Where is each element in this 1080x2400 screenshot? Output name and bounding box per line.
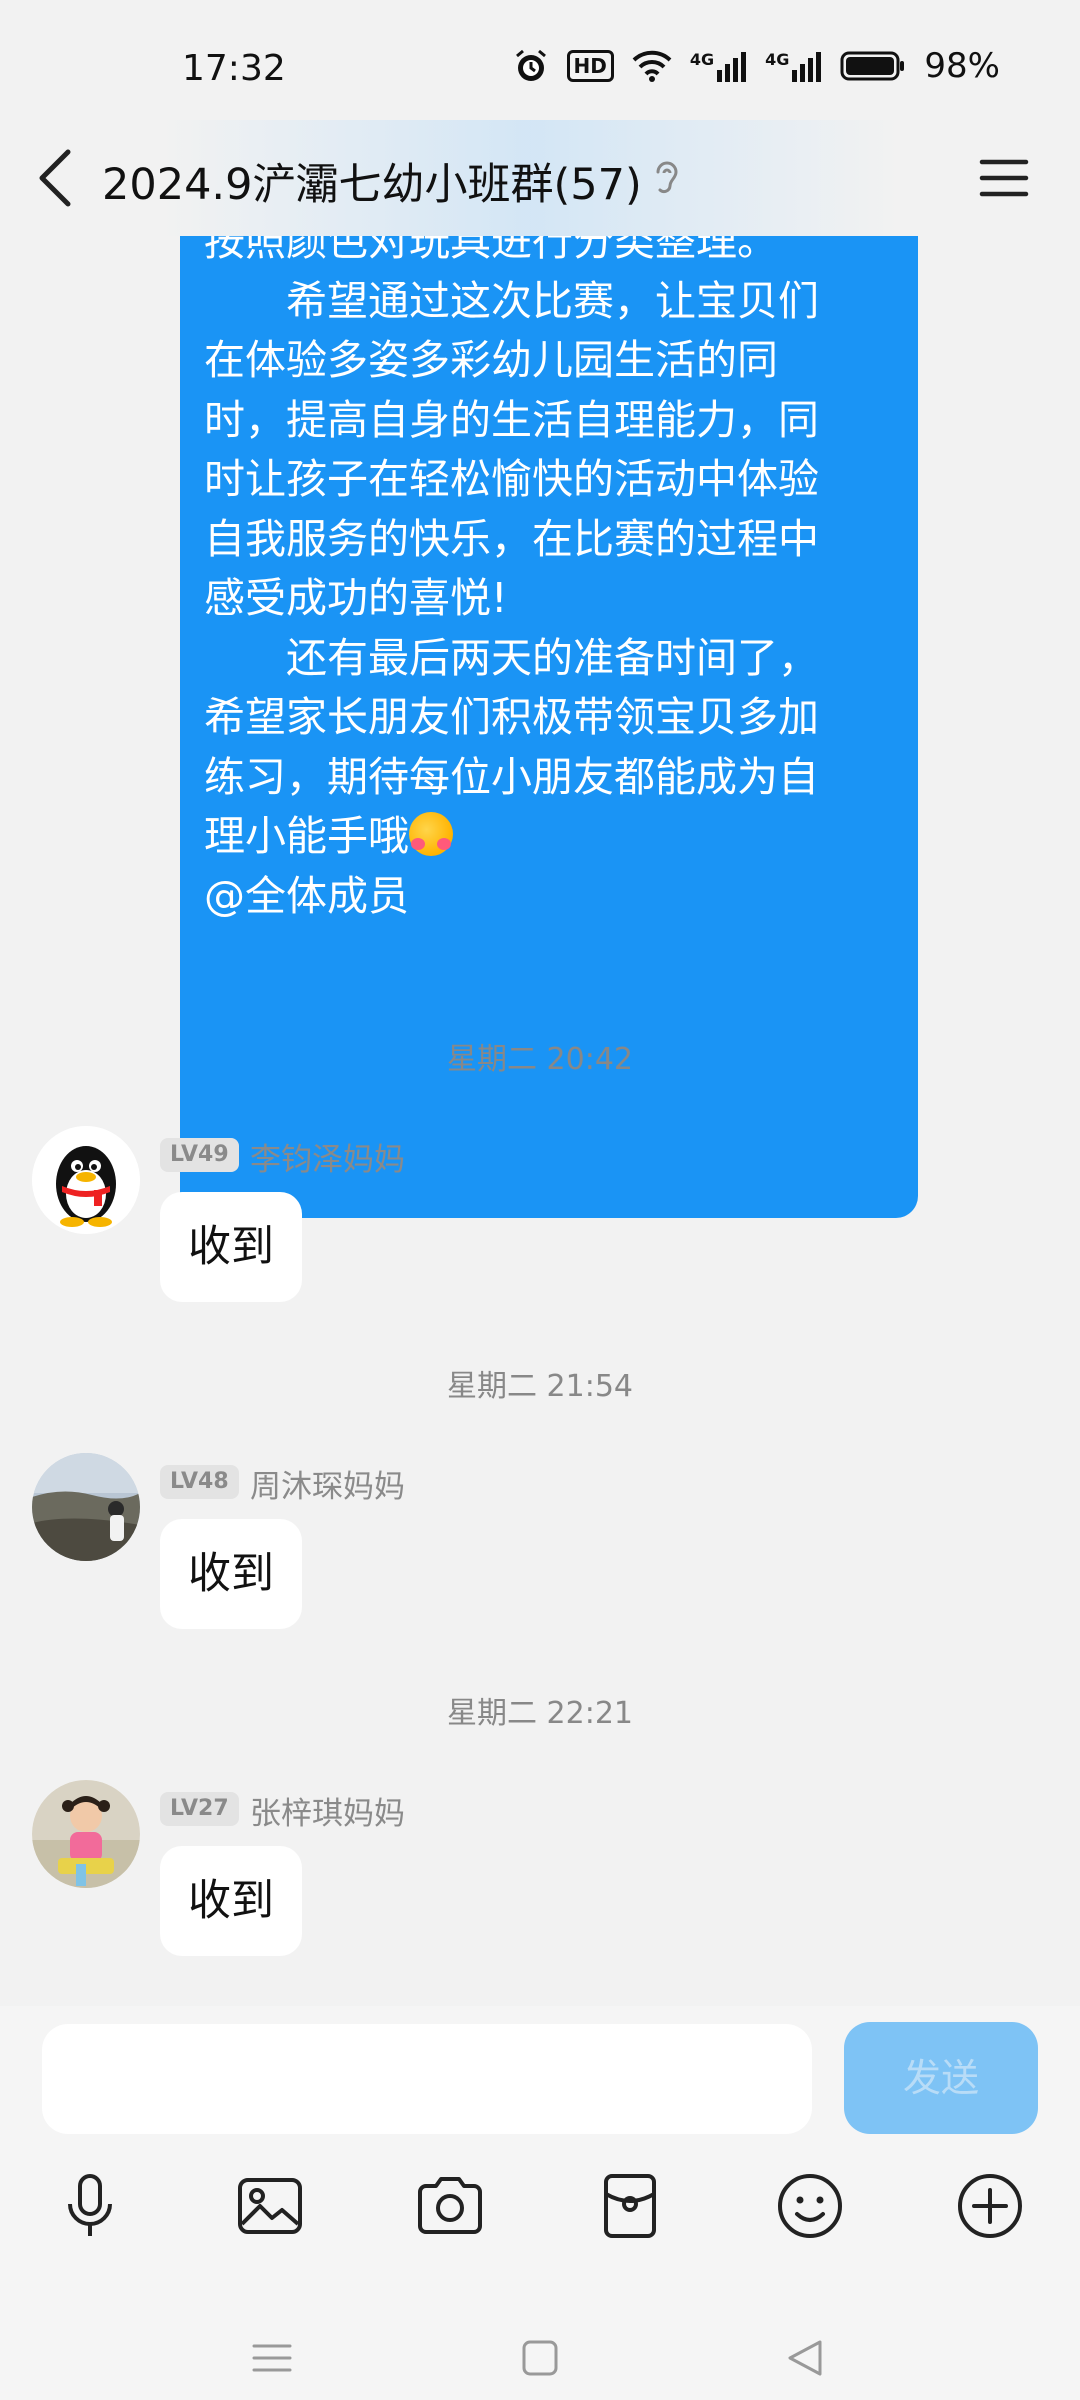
avatar[interactable] <box>32 1453 140 1561</box>
landscape-photo-avatar-icon <box>32 1453 140 1561</box>
nav-back-button[interactable] <box>776 2328 836 2388</box>
hd-icon: HD <box>566 50 614 82</box>
announcement-line: 希望家长朋友们积极带领宝贝多加 <box>204 693 819 741</box>
camera-icon <box>418 2177 482 2234</box>
recents-icon <box>252 2344 292 2372</box>
chevron-left-icon <box>39 149 71 207</box>
message-bubble[interactable]: 收到 <box>160 1192 302 1302</box>
message-timestamp: 星期二 20:42 <box>447 1042 633 1077</box>
alarm-icon <box>513 48 549 84</box>
hamburger-menu-icon <box>979 159 1029 197</box>
image-button[interactable] <box>230 2166 310 2246</box>
message-timestamp: 星期二 22:21 <box>447 1696 633 1731</box>
avatar[interactable] <box>32 1780 140 1888</box>
announcement-line: 在体验多姿多彩幼儿园生活的同 <box>204 336 778 384</box>
message-timestamp: 星期二 21:54 <box>447 1369 633 1404</box>
announcement-line: 自我服务的快乐，在比赛的过程中 <box>204 514 819 563</box>
sender-name[interactable]: 李钧泽妈妈 <box>250 1134 405 1179</box>
message-bubble[interactable]: 收到 <box>160 1846 302 1956</box>
back-triangle-icon <box>788 2340 822 2376</box>
announcement-line-with-emoji: 理小能手哦 <box>204 807 819 867</box>
message-input[interactable] <box>42 2024 812 2134</box>
announcement-text: 按照颜色对玩具进行分类整理。 希望通过这次比赛，让宝贝们 在体验多姿多彩幼儿园生… <box>204 236 819 926</box>
signal-1-icon: 4G <box>690 50 747 82</box>
announcement-line: 练习，期待每位小朋友都能成为自 <box>204 752 819 801</box>
announcement-line: 按照颜色对玩具进行分类整理。 <box>204 236 778 265</box>
message-bubble[interactable]: 收到 <box>160 1519 302 1629</box>
emoji-button[interactable] <box>770 2166 850 2246</box>
input-panel: 发送 <box>0 2006 1080 2400</box>
emoji-icon <box>778 2174 842 2238</box>
home-icon <box>522 2340 558 2376</box>
message-item: LV49 李钧泽妈妈 收到 <box>32 1126 1032 1366</box>
hugging-face-emoji-icon <box>409 812 453 856</box>
menu-button[interactable] <box>976 150 1032 206</box>
system-nav-bar <box>0 2306 1080 2400</box>
level-badge: LV49 <box>160 1138 239 1172</box>
status-icons: HD 4G 4G 98% <box>513 46 1000 86</box>
camera-button[interactable] <box>410 2166 490 2246</box>
chat-title[interactable]: 2024.9浐灞七幼小班群(57) <box>102 150 642 212</box>
announcement-line: 理小能手哦 <box>204 812 409 860</box>
nav-recents-button[interactable] <box>242 2328 302 2388</box>
level-badge: LV48 <box>160 1465 239 1499</box>
red-packet-button[interactable] <box>590 2166 670 2246</box>
red-packet-icon <box>604 2174 656 2238</box>
network-type-label: 4G <box>765 50 790 69</box>
announcement-line: 还有最后两天的准备时间了， <box>204 633 819 682</box>
battery-icon <box>840 50 906 82</box>
network-type-label: 4G <box>689 50 715 69</box>
status-time: 17:32 <box>182 48 286 89</box>
message-item: LV27 张梓琪妈妈 收到 <box>32 1780 1032 2006</box>
message-item: LV48 周沐琛妈妈 收到 <box>32 1453 1032 1693</box>
level-badge: LV27 <box>160 1792 239 1826</box>
message-list[interactable]: 按照颜色对玩具进行分类整理。 希望通过这次比赛，让宝贝们 在体验多姿多彩幼儿园生… <box>0 236 1080 2006</box>
announcement-line: 时，提高自身的生活自理能力，同 <box>204 395 819 444</box>
avatar[interactable] <box>32 1126 140 1234</box>
plus-icon <box>958 2174 1022 2238</box>
image-icon <box>238 2178 302 2234</box>
send-button[interactable]: 发送 <box>844 2022 1038 2134</box>
child-photo-avatar-icon <box>32 1780 140 1888</box>
microphone-button[interactable] <box>50 2166 130 2246</box>
input-toolbar <box>0 2166 1080 2246</box>
mention-all-members[interactable]: @全体成员 <box>204 867 819 927</box>
back-button[interactable] <box>34 146 78 210</box>
announcement-line: 感受成功的喜悦! <box>204 574 508 622</box>
announcement-line: 时让孩子在轻松愉快的活动中体验 <box>204 455 819 503</box>
nav-home-button[interactable] <box>510 2328 570 2388</box>
wifi-icon <box>632 50 672 82</box>
sender-name[interactable]: 张梓琪妈妈 <box>250 1788 405 1833</box>
more-button[interactable] <box>950 2166 1030 2246</box>
signal-2-icon: 4G <box>765 50 822 82</box>
battery-percent: 98% <box>924 46 1000 86</box>
chat-header: 2024.9浐灞七幼小班群(57) <box>0 120 1080 236</box>
sender-name[interactable]: 周沐琛妈妈 <box>250 1461 405 1506</box>
microphone-icon <box>68 2174 112 2236</box>
status-bar: 17:32 HD 4G 4G 98% <box>0 0 1080 140</box>
ear-icon[interactable] <box>652 156 682 204</box>
qq-penguin-avatar-icon <box>32 1126 140 1234</box>
announcement-line: 希望通过这次比赛，让宝贝们 <box>204 276 819 325</box>
